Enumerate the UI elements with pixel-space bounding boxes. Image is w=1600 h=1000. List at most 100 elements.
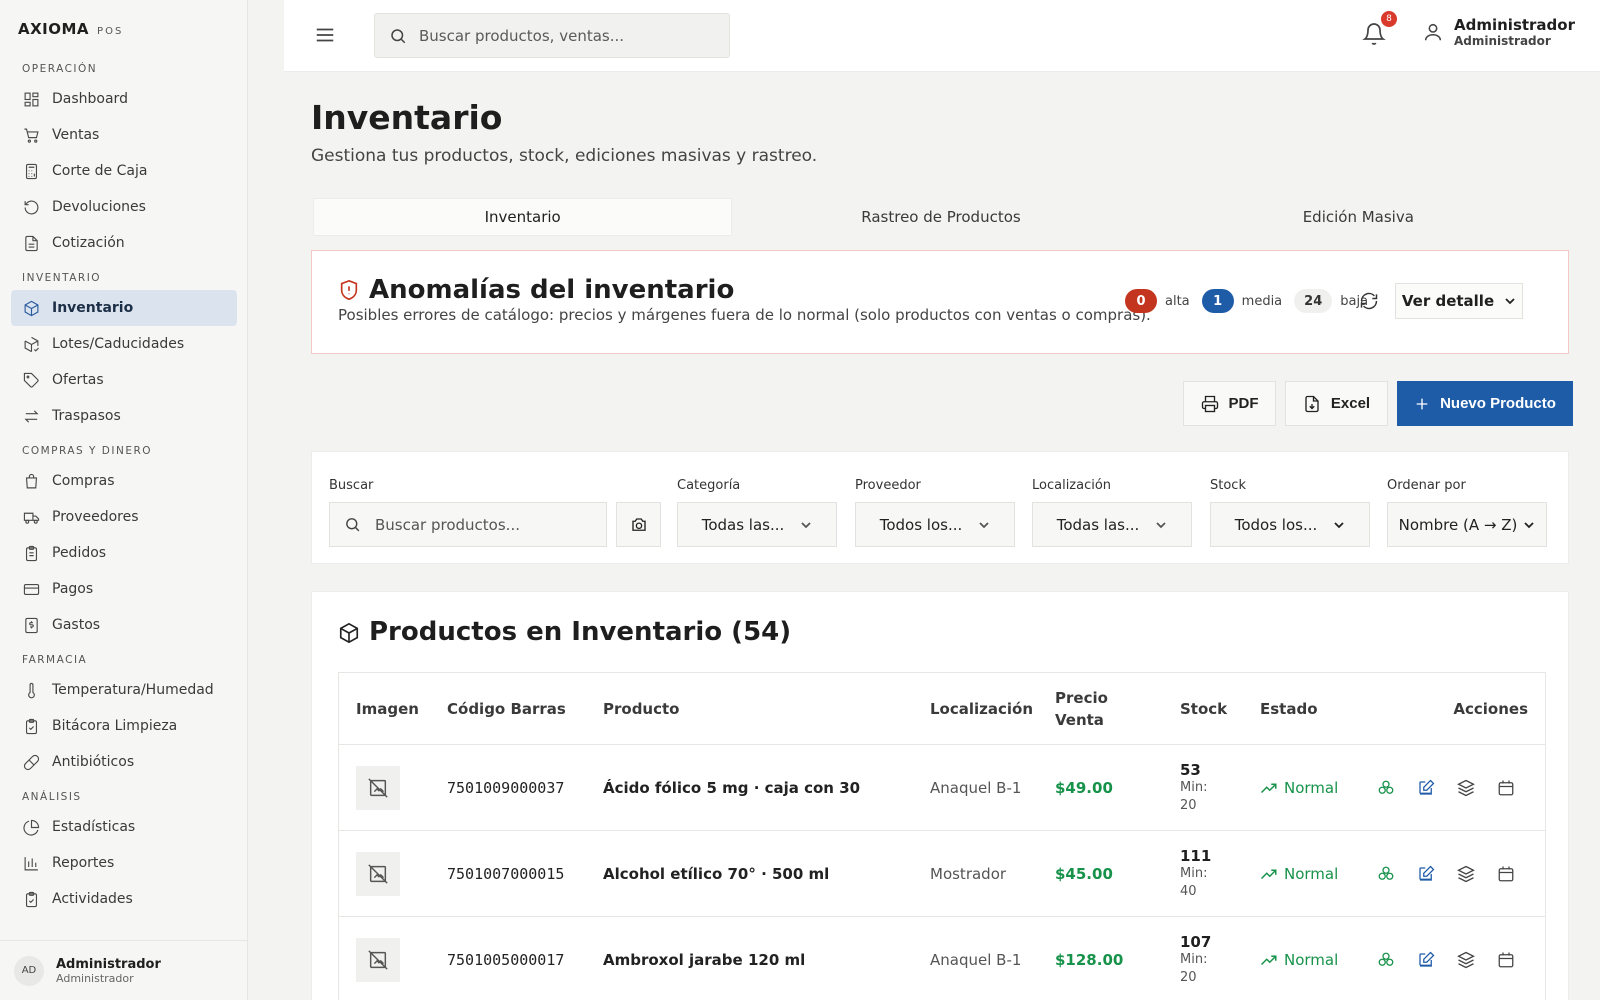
row-actions [1377, 917, 1515, 1000]
package-icon [338, 622, 360, 644]
stock-min: Min: 20 [1180, 780, 1208, 813]
product-image-cell [356, 831, 400, 917]
ver-detalle-button[interactable]: Ver detalle [1395, 283, 1523, 319]
brand-sub: POS [97, 26, 124, 37]
anomaly-title: Anomalías del inventario [369, 275, 735, 305]
user-menu[interactable]: Administrador Administrador [1422, 16, 1575, 48]
sidebar-item-label: Cotización [52, 235, 125, 251]
sidebar-item-lotes-caducidades[interactable]: Lotes/Caducidades [11, 326, 237, 362]
menu-icon[interactable] [314, 24, 336, 46]
sidebar-item-compras[interactable]: Compras [11, 463, 237, 499]
user-icon [1424, 23, 1442, 41]
sidebar-item-actividades[interactable]: Actividades [11, 881, 237, 917]
sidebar-item-gastos[interactable]: Gastos [11, 607, 237, 643]
new-product-button[interactable]: Nuevo Producto [1397, 381, 1573, 426]
sidebar-item-proveedores[interactable]: Proveedores [11, 499, 237, 535]
section-title-analisis: ANÁLISIS [22, 791, 82, 803]
column-header-image: Imagen [356, 699, 419, 718]
page-subtitle: Gestiona tus productos, stock, ediciones… [311, 146, 818, 166]
sidebar-item-antibioticos[interactable]: Antibióticos [11, 744, 237, 780]
edit-icon[interactable] [1417, 951, 1435, 969]
clipboard-check-icon [22, 717, 40, 735]
anomaly-stats: 0 alta 1 media 24 baja [1125, 289, 1368, 313]
global-search-input[interactable] [419, 26, 709, 45]
column-header-location[interactable]: Localización [930, 700, 1033, 718]
brand-logo[interactable]: AXIOMA POS [18, 20, 123, 38]
sidebar-item-pagos[interactable]: Pagos [11, 571, 237, 607]
camera-icon [631, 517, 646, 531]
edit-icon[interactable] [1417, 779, 1435, 797]
sidebar-item-reportes[interactable]: Reportes [11, 845, 237, 881]
export-excel-button[interactable]: Excel [1285, 381, 1388, 426]
sidebar-item-estadisticas[interactable]: Estadísticas [11, 809, 237, 845]
column-header-stock[interactable]: Stock [1180, 700, 1227, 718]
location-select[interactable]: Todas las... [1032, 502, 1192, 547]
archive-icon[interactable] [1497, 951, 1515, 969]
lots-icon[interactable] [1377, 951, 1395, 969]
tab-edicion-masiva[interactable]: Edición Masiva [1150, 198, 1567, 236]
row-actions [1377, 745, 1515, 831]
sidebar-item-label: Estadísticas [52, 819, 136, 835]
sidebar-item-ventas[interactable]: Ventas [11, 117, 237, 153]
price-cell: $128.00 [1055, 951, 1124, 969]
sidebar-item-bitacora-limpieza[interactable]: Bitácora Limpieza [11, 708, 237, 744]
column-header-product[interactable]: Producto [603, 700, 679, 718]
supplier-select[interactable]: Todos los... [855, 502, 1015, 547]
lots-icon[interactable] [1377, 865, 1395, 883]
sidebar-item-corte-de-caja[interactable]: Corte de Caja [11, 153, 237, 189]
column-header-price[interactable]: Precio Venta [1055, 687, 1108, 731]
refresh-icon[interactable] [1359, 291, 1379, 311]
layers-icon[interactable] [1457, 865, 1475, 883]
layers-icon[interactable] [1457, 951, 1475, 969]
category-value: Todas las... [701, 515, 785, 534]
sidebar-item-label: Compras [52, 473, 115, 489]
product-name-cell: Ambroxol jarabe 120 ml [603, 951, 806, 969]
sidebar-item-cotizacion[interactable]: Cotización [11, 225, 237, 261]
sidebar-item-label: Pedidos [52, 545, 107, 561]
category-select[interactable]: Todas las... [677, 502, 837, 547]
global-search[interactable] [374, 13, 730, 58]
sidebar-item-dashboard[interactable]: Dashboard [11, 81, 237, 117]
search-label: Buscar [329, 478, 374, 493]
archive-icon[interactable] [1497, 779, 1515, 797]
receipt-icon [22, 616, 40, 634]
filters-panel: Buscar Categoría Todas las... Proveedor … [311, 451, 1569, 564]
layers-icon[interactable] [1457, 779, 1475, 797]
sort-select[interactable]: Nombre (A → Z) [1387, 502, 1547, 547]
undo-icon [22, 198, 40, 216]
new-product-label: Nuevo Producto [1440, 395, 1556, 412]
page-title: Inventario [311, 98, 503, 137]
sidebar-item-label: Bitácora Limpieza [52, 718, 178, 734]
sidebar-item-traspasos[interactable]: Traspasos [11, 398, 237, 434]
export-pdf-button[interactable]: PDF [1183, 381, 1276, 426]
dashboard-icon [22, 90, 40, 108]
sidebar-item-devoluciones[interactable]: Devoluciones [11, 189, 237, 225]
price-header-line1: Precio [1055, 688, 1108, 707]
package-check-icon [22, 335, 40, 353]
camera-scan-button[interactable] [616, 502, 661, 547]
tab-rastreo-de-productos[interactable]: Rastreo de Productos [732, 198, 1149, 236]
credit-card-icon [22, 580, 40, 598]
section-title-operacion: OPERACIÓN [22, 63, 98, 75]
stock-select[interactable]: Todos los... [1210, 502, 1370, 547]
sidebar-item-temperatura-humedad[interactable]: Temperatura/Humedad [11, 672, 237, 708]
product-search[interactable] [329, 502, 607, 547]
sidebar-item-inventario[interactable]: Inventario [11, 290, 237, 326]
sidebar-item-ofertas[interactable]: Ofertas [11, 362, 237, 398]
archive-icon[interactable] [1497, 865, 1515, 883]
stock-label: Stock [1210, 478, 1246, 493]
product-search-input[interactable] [375, 515, 595, 534]
sidebar-user[interactable]: AD Administrador Administrador [0, 940, 248, 1000]
tab-inventario[interactable]: Inventario [313, 198, 733, 236]
supplier-value: Todos los... [879, 515, 963, 534]
calculator-icon [22, 162, 40, 180]
pill-icon [22, 753, 40, 771]
excel-label: Excel [1330, 395, 1371, 412]
sidebar-item-pedidos[interactable]: Pedidos [11, 535, 237, 571]
column-header-barcode[interactable]: Código Barras [447, 700, 566, 718]
package-icon [22, 299, 40, 317]
sidebar-item-label: Lotes/Caducidades [52, 336, 185, 352]
lots-icon[interactable] [1377, 779, 1395, 797]
edit-icon[interactable] [1417, 865, 1435, 883]
shield-alert-icon [338, 279, 360, 301]
